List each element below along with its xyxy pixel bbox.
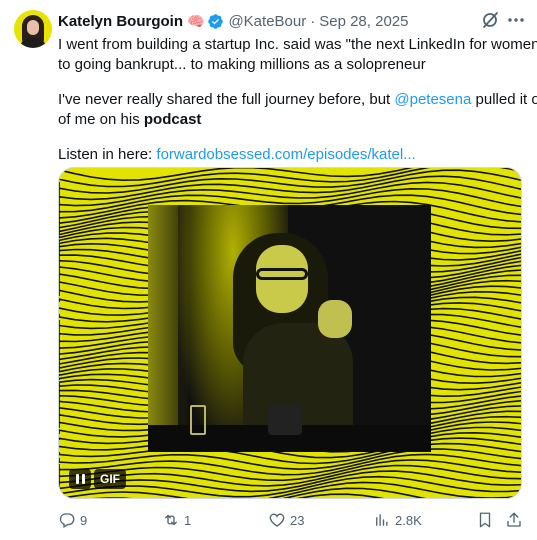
pause-button[interactable] [69,469,91,489]
heart-icon [269,513,285,527]
author-handle[interactable]: @KateBour [228,13,306,30]
tweet-text-line: Listen in here: forwardobsessed.com/epis… [58,146,416,163]
tweet: Katelyn Bourgoin 🧠 @KateBour · Sep 28, 2… [0,0,537,540]
gif-badge: GIF [94,469,126,489]
action-bar: 9 1 23 2.8K [58,510,528,530]
views-count: 2.8K [395,512,422,528]
bookmark-icon [479,512,491,528]
like-button[interactable]: 23 [268,510,304,530]
author-name[interactable]: Katelyn Bourgoin [58,13,183,30]
episode-link[interactable]: forwardobsessed.com/episodes/katel... [156,146,415,163]
grok-icon[interactable] [480,10,500,30]
tweet-text-line: I went from building a startup Inc. said… [58,36,537,53]
views-chart-icon [376,514,388,526]
tweet-text-line: of me on his podcast [58,111,202,128]
bold-word: podcast [143,111,202,128]
gif-controls: GIF [69,469,126,489]
share-icon [507,512,521,527]
reply-count: 9 [80,512,88,528]
more-options-icon[interactable] [506,10,526,30]
tweet-text-line: I've never really shared the full journe… [58,91,537,108]
gif-media[interactable]: GIF [58,167,522,499]
mention-link[interactable]: @petesena [394,91,471,108]
verified-badge-icon [208,13,224,29]
tweet-text-line: to going bankrupt... to making millions … [58,56,426,73]
separator-dot: · [310,12,316,30]
share-button[interactable] [505,510,523,530]
views-button[interactable]: 2.8K [373,510,422,530]
tweet-header: Katelyn Bourgoin 🧠 @KateBour · Sep 28, 2… [58,11,408,31]
repost-button[interactable]: 1 [162,510,191,530]
repost-icon [165,514,177,526]
bookmark-button[interactable] [476,510,494,530]
like-count: 23 [290,512,305,528]
brain-emoji: 🧠 [187,12,205,29]
reply-icon [59,513,75,528]
gif-frame [148,205,431,452]
avatar[interactable] [14,10,52,48]
tweet-date[interactable]: Sep 28, 2025 [319,13,408,30]
repost-count: 1 [184,512,192,528]
reply-button[interactable]: 9 [58,510,87,530]
